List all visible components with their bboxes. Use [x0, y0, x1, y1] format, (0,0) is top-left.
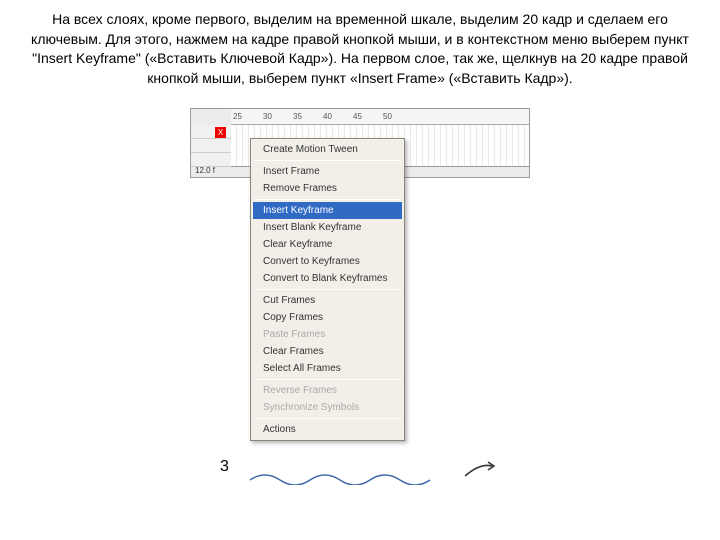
ruler-tick: 25: [231, 112, 261, 121]
menu-separator: [254, 160, 401, 161]
menu-paste-frames: Paste Frames: [253, 326, 402, 343]
ruler-tick: 30: [261, 112, 291, 121]
context-menu: Create Motion Tween Insert Frame Remove …: [250, 138, 405, 441]
menu-separator: [254, 199, 401, 200]
menu-synchronize-symbols: Synchronize Symbols: [253, 399, 402, 416]
menu-insert-frame[interactable]: Insert Frame: [253, 163, 402, 180]
menu-insert-keyframe[interactable]: Insert Keyframe: [253, 202, 402, 219]
menu-actions[interactable]: Actions: [253, 421, 402, 438]
menu-convert-to-keyframes[interactable]: Convert to Keyframes: [253, 253, 402, 270]
menu-insert-blank-keyframe[interactable]: Insert Blank Keyframe: [253, 219, 402, 236]
menu-clear-keyframe[interactable]: Clear Keyframe: [253, 236, 402, 253]
arrow-icon: [460, 458, 500, 478]
timeline-ruler[interactable]: 25 30 35 40 45 50: [231, 109, 529, 125]
menu-separator: [254, 289, 401, 290]
layer-row[interactable]: [191, 139, 231, 153]
menu-separator: [254, 379, 401, 380]
ruler-tick: 40: [321, 112, 351, 121]
menu-convert-to-blank-keyframes[interactable]: Convert to Blank Keyframes: [253, 270, 402, 287]
ruler-tick: 50: [381, 112, 411, 121]
bottom-decoration: 3: [210, 458, 510, 488]
menu-remove-frames[interactable]: Remove Frames: [253, 180, 402, 197]
flash-timeline-screenshot: 25 30 35 40 45 50 X 12.0 f Create Motion…: [190, 108, 530, 488]
menu-cut-frames[interactable]: Cut Frames: [253, 292, 402, 309]
menu-separator: [254, 418, 401, 419]
menu-select-all-frames[interactable]: Select All Frames: [253, 360, 402, 377]
layer-lock-icon[interactable]: X: [215, 127, 226, 138]
ruler-tick: 45: [351, 112, 381, 121]
menu-reverse-frames: Reverse Frames: [253, 382, 402, 399]
ruler-tick: 35: [291, 112, 321, 121]
menu-copy-frames[interactable]: Copy Frames: [253, 309, 402, 326]
fps-label: 12.0 f: [195, 166, 215, 175]
wave-decoration-icon: [250, 470, 450, 485]
layer-row[interactable]: [191, 153, 231, 167]
number-three-label: 3: [220, 458, 229, 476]
menu-create-motion-tween[interactable]: Create Motion Tween: [253, 141, 402, 158]
menu-clear-frames[interactable]: Clear Frames: [253, 343, 402, 360]
instruction-text: На всех слоях, кроме первого, выделим на…: [0, 0, 720, 98]
